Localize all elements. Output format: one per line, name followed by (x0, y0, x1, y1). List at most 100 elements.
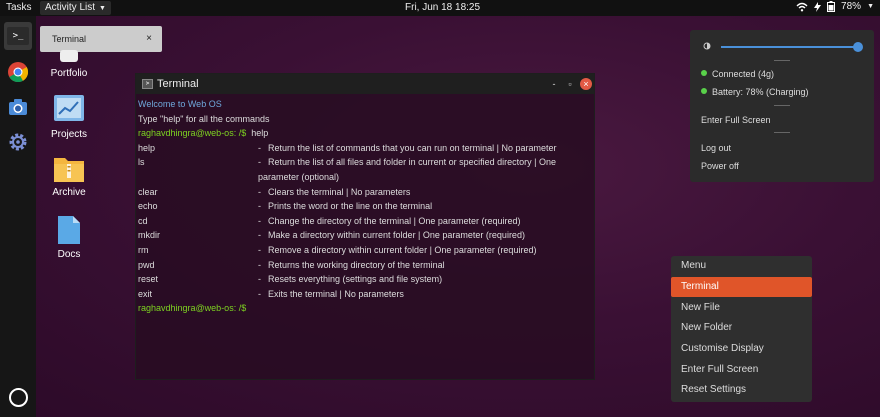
menu-item-new-folder[interactable]: New Folder (671, 318, 812, 338)
command-name: exit (138, 288, 153, 299)
status-dot (701, 88, 707, 94)
prompt-line: raghavdhingra@web-os: /$ help (138, 126, 592, 141)
slider-knob[interactable] (853, 42, 863, 52)
dash: - (258, 230, 261, 241)
command-name: help (138, 142, 156, 153)
desktop-icon-projects[interactable]: Projects (42, 93, 96, 140)
command-name: cd (138, 215, 148, 226)
command-row: pwd - Returns the working directory of the… (138, 258, 592, 273)
command-row: cd - Change the directory of the terminal … (138, 214, 592, 229)
dash: - (258, 142, 261, 153)
command-description: - Prints the word or the line on the term… (258, 199, 592, 214)
notification-text: Terminal (52, 34, 87, 44)
command-description-text: Returns the working directory of the ter… (268, 259, 445, 270)
docs-icon (58, 216, 80, 244)
activity-list-label: Activity List (45, 2, 96, 13)
top-bar: Tasks Activity List ▼ Fri, Jun 18 18:25 7… (0, 0, 880, 16)
dock-terminal[interactable]: >_ (4, 22, 32, 50)
command-description-text: Exits the terminal | No parameters (268, 288, 404, 299)
battery-icon (827, 1, 836, 12)
divider (774, 132, 790, 133)
dash: - (258, 274, 261, 285)
prompt: raghavdhingra@web-os: /$ (138, 303, 247, 314)
desktop-icon-label: Projects (50, 129, 88, 140)
menu-item-reset-settings[interactable]: Reset Settings (671, 380, 812, 400)
command-description-text: Return the list of commands that you can… (268, 142, 557, 153)
desktop-icon-label: Portfolio (50, 68, 88, 79)
network-status-text: Connected (4g) (712, 69, 775, 79)
terminal-icon: > (142, 79, 153, 89)
command-description-text: Prints the word or the line on the termi… (268, 201, 433, 212)
tasks-button[interactable]: Tasks (6, 2, 32, 13)
entered-command: help (251, 128, 269, 139)
wifi-icon (796, 2, 808, 11)
command-description: - Make a directory within current folder … (258, 228, 592, 243)
command-row: reset - Resets everything (settings and fi… (138, 272, 592, 287)
terminal-icon: >_ (7, 27, 29, 45)
command-list: help - Return the list of commands that yo… (138, 141, 592, 302)
maximize-button[interactable]: ▫ (564, 78, 576, 90)
dash: - (258, 186, 261, 197)
command-description-text: Make a directory within current folder |… (268, 230, 525, 241)
command-description-text: Clears the terminal | No parameters (268, 186, 411, 197)
command-name: mkdir (138, 230, 160, 241)
settings-icon (9, 133, 27, 151)
network-status: Connected (4g) (701, 69, 774, 79)
terminal-output[interactable]: Welcome to Web OS Type "help" for all th… (136, 94, 594, 316)
dash: - (258, 259, 261, 270)
command-description: - Change the directory of the terminal | … (258, 214, 592, 229)
command-description-text: Change the directory of the terminal | O… (268, 215, 521, 226)
terminal-window[interactable]: > Terminal - ▫ × Welcome to Web OS Type … (135, 73, 595, 380)
terminal-titlebar[interactable]: > Terminal - ▫ × (136, 74, 594, 94)
desktop-icon-docs[interactable]: Docs (42, 215, 96, 260)
divider (774, 60, 790, 61)
prompt: raghavdhingra@web-os: /$ (138, 128, 247, 139)
fullscreen-option[interactable]: Enter Full Screen (701, 115, 771, 125)
command-row: rm - Remove a directory within current fol… (138, 243, 592, 258)
menu-item-customise-display[interactable]: Customise Display (671, 339, 812, 359)
battery-status: Battery: 78% (Charging) (701, 87, 809, 97)
poweroff-option[interactable]: Power off (701, 161, 739, 171)
command-name: pwd (138, 259, 155, 270)
brightness-slider[interactable] (721, 42, 863, 52)
desktop-icon-label: Docs (57, 249, 81, 260)
command-description-text: Resets everything (settings and file sys… (268, 274, 443, 285)
context-menu: Menu Terminal New File New Folder Custom… (671, 256, 812, 402)
menu-header: Menu (681, 260, 707, 271)
notification-toast: Terminal × (40, 26, 162, 52)
menu-item-full-screen[interactable]: Enter Full Screen (671, 360, 812, 380)
desktop-icon-archive[interactable]: Archive (42, 155, 96, 198)
command-name: echo (138, 201, 158, 212)
welcome-line: Welcome to Web OS (138, 99, 222, 109)
activity-list-dropdown[interactable]: Activity List ▼ (40, 1, 111, 15)
dash: - (258, 215, 261, 226)
menu-item-new-file[interactable]: New File (671, 298, 812, 318)
menu-item-terminal[interactable]: Terminal (671, 277, 812, 297)
dash: - (258, 201, 261, 212)
system-tray[interactable]: 78% ▼ (796, 1, 874, 12)
camera-icon (9, 99, 27, 115)
lightning-icon (814, 1, 822, 12)
battery-percent: 78% (841, 1, 862, 12)
command-row: clear - Clears the terminal | No parameter… (138, 185, 592, 200)
caret-down-icon: ▼ (99, 5, 106, 12)
close-button[interactable]: × (580, 78, 592, 90)
command-name: clear (138, 186, 158, 197)
chevron-down-icon: ▼ (867, 3, 874, 10)
battery-status-text: Battery: 78% (Charging) (712, 87, 809, 97)
minimize-button[interactable]: - (548, 78, 560, 90)
clock: Fri, Jun 18 18:25 (405, 2, 481, 13)
dock-settings[interactable] (4, 128, 32, 156)
desktop-icon-label: Archive (52, 187, 86, 198)
circle-icon[interactable] (9, 388, 28, 407)
dock-chrome[interactable] (4, 58, 32, 86)
command-row: help - Return the list of commands that yo… (138, 141, 592, 156)
close-icon[interactable]: × (146, 33, 152, 44)
logout-option[interactable]: Log out (701, 143, 731, 153)
command-description: - Remove a directory within current folde… (258, 243, 592, 258)
desktop-icon-portfolio[interactable]: Portfolio (42, 50, 96, 79)
dock-camera[interactable] (4, 93, 32, 121)
command-row: ls - Return the list of all files and fold… (138, 155, 592, 184)
command-description: - Returns the working directory of the te… (258, 258, 592, 273)
prompt-line[interactable]: raghavdhingra@web-os: /$ (138, 301, 592, 316)
